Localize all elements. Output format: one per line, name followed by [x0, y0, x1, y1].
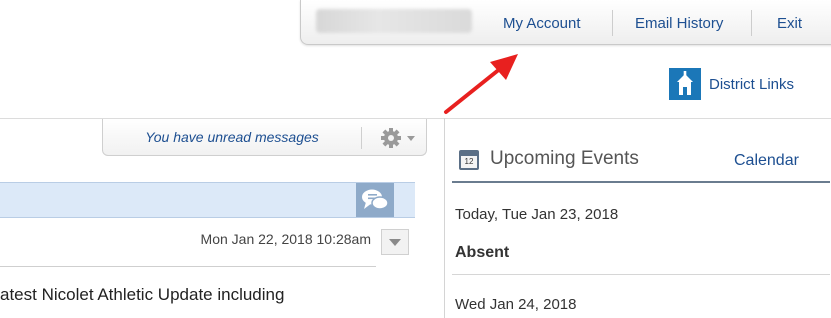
message-divider [0, 266, 376, 267]
district-links-button[interactable]: District Links [669, 67, 794, 101]
message-preview[interactable]: atest Nicolet Athletic Update including [0, 285, 430, 305]
messages-tab: You have unread messages [102, 119, 427, 156]
panel-border [445, 118, 831, 119]
upcoming-events-title: Upcoming Events [490, 148, 639, 169]
chat-bubbles-icon [362, 189, 389, 210]
church-building-icon [669, 68, 701, 100]
calendar-icon: 12 [459, 150, 479, 170]
calendar-link[interactable]: Calendar [734, 152, 799, 170]
gear-icon [381, 128, 415, 148]
account-toolbar: My Account Email History Exit [300, 0, 831, 45]
chat-button[interactable] [356, 183, 394, 217]
message-header-bar [0, 182, 415, 218]
events-header-rule [452, 181, 830, 183]
event-date: Today, Tue Jan 23, 2018 [455, 206, 619, 223]
settings-menu-button[interactable] [373, 125, 423, 151]
annotation-arrow [444, 54, 518, 114]
toolbar-divider [612, 10, 613, 36]
tab-divider [361, 127, 362, 149]
toolbar-divider [751, 10, 752, 36]
panel-divider [444, 118, 445, 318]
event-divider [452, 274, 830, 275]
exit-link[interactable]: Exit [777, 0, 802, 44]
message-options-dropdown[interactable] [381, 229, 409, 255]
event-item[interactable]: Absent [455, 244, 509, 262]
event-date: Wed Jan 24, 2018 [455, 296, 577, 313]
blurred-username [316, 9, 472, 33]
email-history-link[interactable]: Email History [635, 0, 723, 44]
unread-messages-link[interactable]: You have unread messages [103, 119, 361, 155]
district-links-label: District Links [709, 75, 795, 93]
my-account-link[interactable]: My Account [503, 0, 581, 44]
message-timestamp: Mon Jan 22, 2018 10:28am [200, 231, 371, 247]
